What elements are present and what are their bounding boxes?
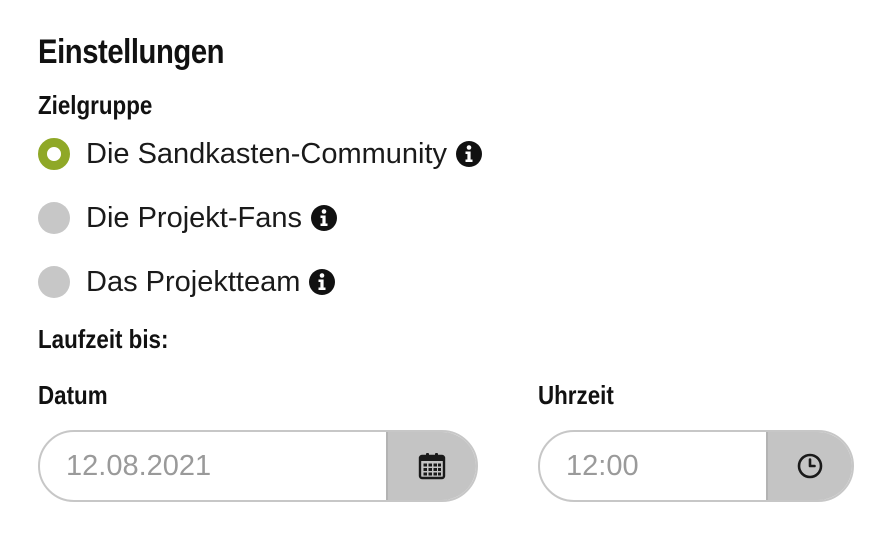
info-icon[interactable] [308,268,336,296]
info-icon[interactable] [455,140,483,168]
target-group-label: Zielgruppe [38,90,153,120]
time-input[interactable] [540,432,766,500]
time-label: Uhrzeit [538,380,614,410]
radio-project-fans[interactable] [38,202,70,234]
calendar-icon [418,453,446,480]
page-title: Einstellungen [38,33,225,71]
option-label-sandbox-community: Die Sandkasten-Community [86,138,448,170]
settings-panel: Einstellungen Zielgruppe Die Sandkasten-… [38,30,858,508]
date-label: Datum [38,380,108,410]
option-label-project-fans: Die Projekt-Fans [86,202,302,234]
option-sandbox-community[interactable]: Die Sandkasten-Community [38,134,858,174]
info-icon[interactable] [310,204,338,232]
option-label-project-team: Das Projektteam [86,266,301,298]
date-input[interactable] [40,432,386,500]
runtime-fields: Datum 12.08.2021 Uhrzeit 12:00 [38,378,858,508]
option-project-fans[interactable]: Die Projekt-Fans [38,198,858,238]
time-picker-button[interactable] [766,432,852,500]
date-field [38,430,478,502]
clock-icon [797,453,823,479]
date-field-group: Datum [38,378,478,502]
time-field-group: Uhrzeit [538,378,854,502]
target-group-options: Die Sandkasten-Community Die Projekt-Fan… [38,134,858,302]
option-project-team[interactable]: Das Projektteam [38,262,858,302]
runtime-label: Laufzeit bis: [38,324,169,354]
radio-sandbox-community[interactable] [38,138,70,170]
date-picker-button[interactable] [386,432,476,500]
time-field [538,430,854,502]
radio-project-team[interactable] [38,266,70,298]
